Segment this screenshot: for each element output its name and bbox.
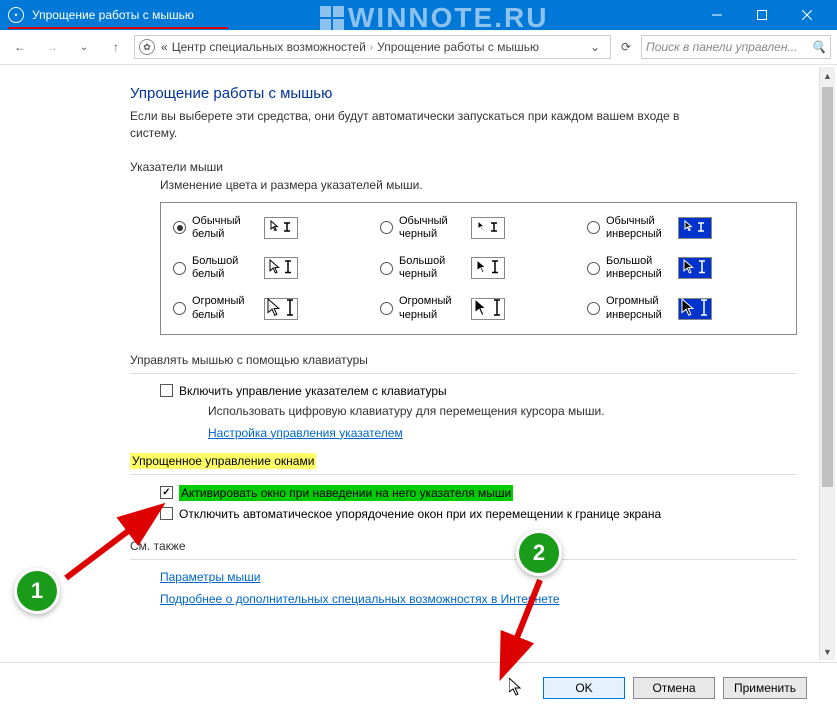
keyboard-desc: Использовать цифровую клавиатуру для пер… — [208, 404, 797, 418]
page-heading: Упрощение работы с мышью — [130, 85, 797, 102]
scrollbar[interactable]: ▲ ▼ — [819, 67, 835, 660]
titlebar: ⋆ Упрощение работы с мышью — [0, 0, 837, 30]
section-keyboard: Управлять мышью с помощью клавиатуры — [130, 353, 797, 367]
divider — [130, 373, 797, 374]
ok-button[interactable]: OK — [543, 677, 625, 699]
cancel-button[interactable]: Отмена — [633, 677, 715, 699]
keyboard-control-label: Включить управление указателем с клавиат… — [179, 384, 447, 398]
disable-autosnap-label: Отключить автоматическое упорядочение ок… — [179, 507, 661, 521]
pointer-label: Огромный белый — [192, 295, 258, 321]
divider — [130, 559, 797, 560]
pointer-preview — [264, 298, 298, 320]
annotation-step-1: 1 — [14, 568, 60, 614]
pointer-option[interactable]: Большой черный — [380, 255, 577, 281]
keyboard-control-checkbox-row[interactable]: Включить управление указателем с клавиат… — [160, 384, 797, 398]
pointer-preview — [264, 217, 298, 239]
maximize-button[interactable] — [739, 0, 784, 30]
pointer-radio[interactable] — [587, 221, 600, 234]
breadcrumb-prev: « — [161, 40, 168, 54]
pointer-option[interactable]: Обычный белый — [173, 215, 370, 241]
activate-on-hover-checkbox[interactable] — [160, 486, 173, 499]
keyboard-control-checkbox[interactable] — [160, 384, 173, 397]
mouse-settings-link[interactable]: Параметры мыши — [160, 570, 797, 584]
control-panel-icon: ✿ — [139, 39, 155, 55]
breadcrumb-sep: › — [370, 42, 373, 53]
navbar: ← → ⌄ ↑ ✿ « Центр специальных возможност… — [0, 30, 837, 65]
apply-button[interactable]: Применить — [723, 677, 807, 699]
keyboard-settings-link[interactable]: Настройка управления указателем — [208, 426, 403, 440]
pointer-label: Обычный инверсный — [606, 215, 672, 241]
scroll-down[interactable]: ▼ — [820, 643, 835, 660]
pointer-option[interactable]: Обычный инверсный — [587, 215, 784, 241]
pointer-option[interactable]: Огромный инверсный — [587, 295, 784, 321]
search-placeholder: Поиск в панели управлен... — [646, 40, 797, 54]
pointer-radio[interactable] — [587, 302, 600, 315]
pointer-preview — [678, 217, 712, 239]
activate-on-hover-label: Активировать окно при наведении на него … — [179, 485, 513, 501]
pointer-preview — [471, 217, 505, 239]
minimize-button[interactable] — [694, 0, 739, 30]
section-also: См. также — [130, 539, 797, 553]
window-title: Упрощение работы с мышью — [32, 8, 694, 22]
pointer-label: Огромный инверсный — [606, 295, 672, 321]
pointer-label: Большой черный — [399, 255, 465, 281]
pointer-radio[interactable] — [173, 302, 186, 315]
pointer-radio[interactable] — [173, 262, 186, 275]
pointer-option[interactable]: Огромный черный — [380, 295, 577, 321]
divider — [130, 474, 797, 475]
pointer-preview — [678, 257, 712, 279]
pointer-radio[interactable] — [380, 302, 393, 315]
pointer-radio[interactable] — [380, 262, 393, 275]
pointer-label: Большой белый — [192, 255, 258, 281]
forward-button[interactable]: → — [38, 35, 66, 59]
search-icon: 🔍 — [811, 40, 826, 54]
address-dropdown[interactable]: ⌄ — [584, 36, 606, 58]
annotation-underline — [8, 27, 228, 29]
pointer-label: Огромный черный — [399, 295, 465, 321]
pointer-label: Большой инверсный — [606, 255, 672, 281]
pointer-option[interactable]: Обычный черный — [380, 215, 577, 241]
scroll-thumb[interactable] — [822, 87, 833, 487]
activate-on-hover-row[interactable]: Активировать окно при наведении на него … — [160, 485, 797, 501]
pointers-subdesc: Изменение цвета и размера указателей мыш… — [160, 178, 797, 192]
disable-autosnap-checkbox[interactable] — [160, 507, 173, 520]
close-button[interactable] — [784, 0, 829, 30]
pointer-option[interactable]: Большой инверсный — [587, 255, 784, 281]
breadcrumb-item-1[interactable]: Центр специальных возможностей — [172, 40, 366, 54]
footer: OK Отмена Применить — [0, 662, 837, 712]
recent-dropdown[interactable]: ⌄ — [70, 35, 98, 59]
back-button[interactable]: ← — [6, 35, 34, 59]
section-windows: Упрощенное управление окнами — [130, 453, 316, 469]
pointer-label: Обычный белый — [192, 215, 258, 241]
pointer-preview — [678, 298, 712, 320]
pointer-options-box: Обычный белый Обычный черный Обычный инв… — [160, 202, 797, 335]
pointer-label: Обычный черный — [399, 215, 465, 241]
pointer-option[interactable]: Большой белый — [173, 255, 370, 281]
section-pointers: Указатели мыши — [130, 160, 797, 174]
content-area: ▲ ▼ Упрощение работы с мышью Если вы выб… — [0, 65, 837, 662]
scroll-up[interactable]: ▲ — [820, 67, 835, 84]
mouse-cursor-icon — [509, 678, 525, 698]
more-a11y-link[interactable]: Подробнее о дополнительных специальных в… — [160, 592, 797, 606]
page-subheading: Если вы выберете эти средства, они будут… — [130, 108, 690, 142]
pointer-radio[interactable] — [380, 221, 393, 234]
refresh-button[interactable]: ⟳ — [615, 36, 637, 58]
annotation-step-2: 2 — [516, 530, 562, 576]
address-bar[interactable]: ✿ « Центр специальных возможностей › Упр… — [134, 35, 611, 59]
breadcrumb-item-2[interactable]: Упрощение работы с мышью — [377, 40, 539, 54]
app-icon: ⋆ — [8, 7, 24, 23]
pointer-preview — [264, 257, 298, 279]
pointer-option[interactable]: Огромный белый — [173, 295, 370, 321]
pointer-preview — [471, 257, 505, 279]
disable-autosnap-row[interactable]: Отключить автоматическое упорядочение ок… — [160, 507, 797, 521]
pointer-preview — [471, 298, 505, 320]
pointer-radio[interactable] — [587, 262, 600, 275]
search-input[interactable]: Поиск в панели управлен... 🔍 — [641, 35, 831, 59]
pointer-radio[interactable] — [173, 221, 186, 234]
up-button[interactable]: ↑ — [102, 35, 130, 59]
